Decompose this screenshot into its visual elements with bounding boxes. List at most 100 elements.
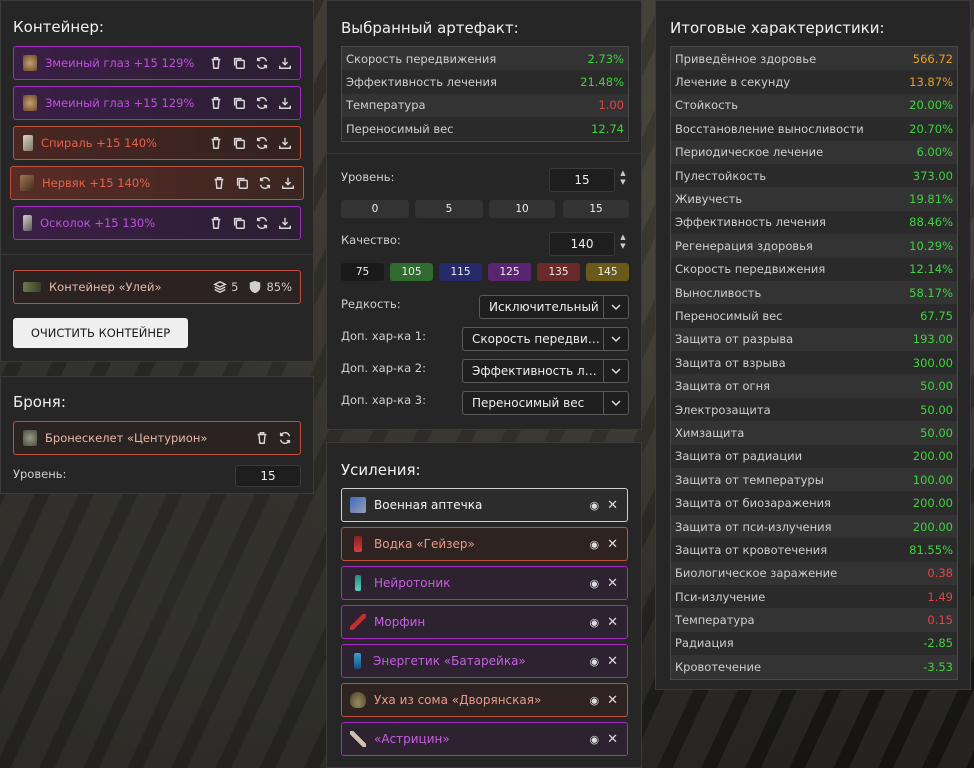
boosts-panel: Усиления: Военная аптечка ◉ ✕ Водка «Гей… — [326, 442, 642, 768]
download-icon[interactable] — [277, 95, 293, 111]
boost-item[interactable]: Нейротоник ◉ ✕ — [341, 566, 628, 600]
swap-icon[interactable] — [257, 175, 273, 191]
quality-preset-115[interactable]: 115 — [439, 263, 482, 281]
extra2-select[interactable]: Эффективность лечения — [462, 359, 629, 383]
trash-icon[interactable] — [208, 135, 224, 151]
download-icon[interactable] — [277, 55, 293, 71]
stat-label: Скорость передвижения — [675, 262, 826, 277]
download-icon[interactable] — [280, 175, 296, 191]
totals-stat-row: Электрозащита 50.00 — [671, 397, 957, 422]
armor-level-input[interactable]: 15 — [235, 465, 301, 487]
level-preset-10[interactable]: 10 — [489, 200, 555, 218]
snake-eye-artifact-icon — [23, 95, 37, 111]
stat-label: Защита от взрыва — [675, 355, 786, 370]
container-slot-2[interactable]: Змеиный глаз +15 129% — [13, 86, 301, 120]
stat-value: 200.00 — [912, 519, 953, 534]
quality-preset-125[interactable]: 125 — [488, 263, 531, 281]
extra1-select[interactable]: Скорость передвижения — [462, 327, 629, 351]
level-preset-15[interactable]: 15 — [563, 200, 629, 218]
container-slot-4[interactable]: Нервяк +15 140% — [10, 166, 304, 200]
quality-preset-135[interactable]: 135 — [537, 263, 580, 281]
swap-icon[interactable] — [254, 95, 270, 111]
totals-stat-row: Защита от температуры 100.00 — [671, 468, 957, 492]
stat-value: 0.15 — [927, 613, 953, 628]
eye-icon[interactable]: ◉ — [589, 694, 599, 707]
stat-value: 50.00 — [920, 425, 953, 440]
swap-icon[interactable] — [254, 135, 270, 151]
stat-label: Приведённое здоровье — [675, 51, 817, 66]
level-preset-0[interactable]: 0 — [341, 200, 409, 218]
quality-stepper-icon[interactable]: ▲ ▼ — [618, 233, 628, 251]
clear-container-button[interactable]: ОЧИСТИТЬ КОНТЕЙНЕР — [13, 318, 188, 348]
stat-value: 566.72 — [912, 51, 953, 66]
totals-stat-row: Защита от биозаражения 200.00 — [671, 491, 957, 515]
trash-icon[interactable] — [211, 175, 227, 191]
close-icon[interactable]: ✕ — [607, 615, 618, 630]
swap-icon[interactable] — [277, 430, 293, 446]
boost-item[interactable]: Энергетик «Батарейка» ◉ ✕ — [341, 644, 628, 678]
slot-name: Змеиный глаз +15 129% — [45, 96, 195, 110]
totals-stat-row: Периодическое лечение 6.00% — [671, 140, 957, 164]
close-icon[interactable]: ✕ — [607, 498, 618, 513]
level-stepper-icon[interactable]: ▲ ▼ — [618, 169, 628, 187]
stat-label: Пулестойкость — [675, 168, 767, 183]
trash-icon[interactable] — [254, 430, 270, 446]
copy-icon[interactable] — [231, 95, 247, 111]
extra2-label: Доп. хар-ка 2: — [341, 361, 426, 375]
swap-icon[interactable] — [254, 55, 270, 71]
exoskeleton-icon — [23, 430, 37, 446]
boost-item[interactable]: «Астрицин» ◉ ✕ — [341, 722, 628, 756]
totals-stat-row: Радиация -2.85 — [671, 631, 957, 656]
boost-item[interactable]: Военная аптечка ◉ ✕ — [341, 488, 628, 522]
totals-stat-row: Пулестойкость 373.00 — [671, 163, 957, 188]
close-icon[interactable]: ✕ — [607, 693, 618, 708]
level-preset-5[interactable]: 5 — [415, 200, 483, 218]
vodka-bottle-icon — [354, 536, 362, 552]
eye-icon[interactable]: ◉ — [589, 577, 599, 590]
close-icon[interactable]: ✕ — [607, 654, 618, 669]
trash-icon[interactable] — [208, 55, 224, 71]
container-panel: Контейнер: Змеиный глаз +15 129% Змеиный… — [0, 0, 314, 362]
artifact-quality-input[interactable]: 140 — [549, 232, 615, 256]
download-icon[interactable] — [277, 135, 293, 151]
extra3-select[interactable]: Переносимый вес — [462, 391, 629, 415]
stat-label: Кровотечение — [675, 659, 762, 674]
quality-preset-105[interactable]: 105 — [390, 263, 433, 281]
artifact-level-input[interactable]: 15 — [549, 168, 615, 192]
quality-preset-145[interactable]: 145 — [586, 263, 629, 281]
container-slot-1[interactable]: Змеиный глаз +15 129% — [13, 46, 301, 80]
artifact-stat-row: Переносимый вес 12.74 — [342, 117, 628, 141]
boost-item[interactable]: Уха из сома «Дворянская» ◉ ✕ — [341, 683, 628, 717]
totals-stat-row: Защита от кровотечения 81.55% — [671, 538, 957, 562]
trash-icon[interactable] — [208, 215, 224, 231]
container-item[interactable]: Контейнер «Улей» 5 85% — [13, 270, 301, 304]
eye-icon[interactable]: ◉ — [589, 655, 599, 668]
rarity-select[interactable]: Исключительный — [479, 295, 629, 319]
download-icon[interactable] — [277, 215, 293, 231]
boost-item[interactable]: Водка «Гейзер» ◉ ✕ — [341, 527, 628, 561]
quality-preset-75[interactable]: 75 — [341, 263, 384, 281]
armor-item[interactable]: Бронескелет «Центурион» — [13, 421, 301, 455]
close-icon[interactable]: ✕ — [607, 732, 618, 747]
boost-item[interactable]: Морфин ◉ ✕ — [341, 605, 628, 639]
totals-stat-row: Защита от пси-излучения 200.00 — [671, 514, 957, 539]
artifact-level-label: Уровень: — [341, 170, 395, 184]
close-icon[interactable]: ✕ — [607, 537, 618, 552]
container-slot-5[interactable]: Осколок +15 130% — [13, 206, 301, 240]
eye-icon[interactable]: ◉ — [589, 616, 599, 629]
artifact-divider — [327, 153, 641, 154]
trash-icon[interactable] — [208, 95, 224, 111]
copy-icon[interactable] — [231, 135, 247, 151]
eye-icon[interactable]: ◉ — [589, 733, 599, 746]
copy-icon[interactable] — [231, 215, 247, 231]
swap-icon[interactable] — [254, 215, 270, 231]
eye-icon[interactable]: ◉ — [589, 538, 599, 551]
stat-value: 12.14% — [909, 262, 953, 277]
copy-icon[interactable] — [231, 55, 247, 71]
container-item-name: Контейнер «Улей» — [49, 280, 162, 294]
eye-icon[interactable]: ◉ — [589, 499, 599, 512]
chevron-down-icon — [603, 328, 628, 350]
close-icon[interactable]: ✕ — [607, 576, 618, 591]
copy-icon[interactable] — [234, 175, 250, 191]
container-slot-3[interactable]: Спираль +15 140% — [13, 126, 301, 160]
